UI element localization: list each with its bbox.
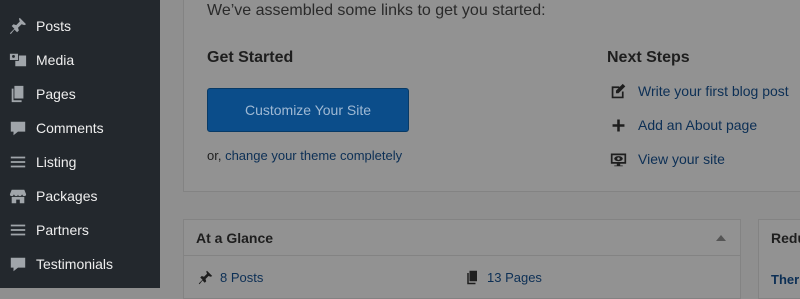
sidebar-item-label: Media: [36, 52, 75, 68]
change-theme-line: or, change your theme completely: [207, 148, 402, 163]
sidebar-item-listing[interactable]: Listing: [0, 145, 160, 179]
sidebar-item-partners[interactable]: Partners: [0, 213, 160, 247]
add-about-page-link[interactable]: Add an About page: [608, 115, 757, 135]
list-icon: [8, 152, 28, 172]
right-widget-title: Redu: [771, 230, 800, 246]
widget-header[interactable]: At a Glance: [184, 220, 740, 256]
write-blog-post-label: Write your first blog post: [638, 83, 789, 99]
sidebar-item-media[interactable]: Media: [0, 43, 160, 77]
at-a-glance-widget: At a Glance 8 Posts 13 Pages: [183, 219, 741, 299]
welcome-intro: We’ve assembled some links to get you st…: [207, 2, 546, 19]
store-icon: [8, 186, 28, 206]
welcome-panel: We’ve assembled some links to get you st…: [183, 0, 800, 192]
sidebar-item-label: Posts: [36, 18, 72, 34]
admin-sidebar: Posts Media Pages Comments Listing Packa…: [0, 0, 160, 288]
customize-site-button[interactable]: Customize Your Site: [207, 88, 409, 132]
right-widget: Redu Ther: [758, 219, 800, 299]
pages-icon: [463, 268, 481, 286]
collapse-arrow-icon[interactable]: [716, 235, 726, 241]
pin-icon: [8, 16, 28, 36]
media-icon: [8, 50, 28, 70]
plus-icon: [608, 115, 628, 135]
sidebar-item-label: Testimonials: [36, 256, 114, 272]
sidebar-item-pages[interactable]: Pages: [0, 77, 160, 111]
write-blog-post-link[interactable]: Write your first blog post: [608, 81, 789, 101]
pin-icon: [196, 268, 214, 286]
sidebar-item-label: Partners: [36, 222, 89, 238]
or-prefix: or,: [207, 148, 226, 163]
sidebar-item-label: Listing: [36, 154, 77, 170]
view-site-link[interactable]: View your site: [608, 149, 725, 169]
pages-count-link[interactable]: 13 Pages: [463, 268, 542, 286]
sidebar-item-label: Pages: [36, 86, 76, 102]
change-theme-link[interactable]: change your theme completely: [225, 148, 402, 163]
sidebar-item-label: Packages: [36, 188, 98, 204]
right-widget-text: Ther: [771, 272, 800, 287]
posts-count-link[interactable]: 8 Posts: [196, 268, 263, 286]
comment-icon: [8, 118, 28, 138]
sidebar-item-comments[interactable]: Comments: [0, 111, 160, 145]
sidebar-item-testimonials[interactable]: Testimonials: [0, 247, 160, 281]
get-started-heading: Get Started: [207, 49, 294, 66]
view-site-icon: [608, 149, 628, 169]
edit-icon: [608, 81, 628, 101]
posts-count: 8 Posts: [220, 269, 264, 285]
pages-icon: [8, 84, 28, 104]
sidebar-item-packages[interactable]: Packages: [0, 179, 160, 213]
sidebar-item-label: Comments: [36, 120, 104, 136]
sidebar-item-posts[interactable]: Posts: [0, 9, 160, 43]
list-icon: [8, 220, 28, 240]
widget-title: At a Glance: [196, 230, 274, 246]
comment-icon: [8, 254, 28, 274]
view-site-label: View your site: [638, 151, 725, 167]
add-about-page-label: Add an About page: [638, 117, 758, 133]
next-steps-heading: Next Steps: [607, 49, 690, 66]
pages-count: 13 Pages: [487, 269, 542, 285]
